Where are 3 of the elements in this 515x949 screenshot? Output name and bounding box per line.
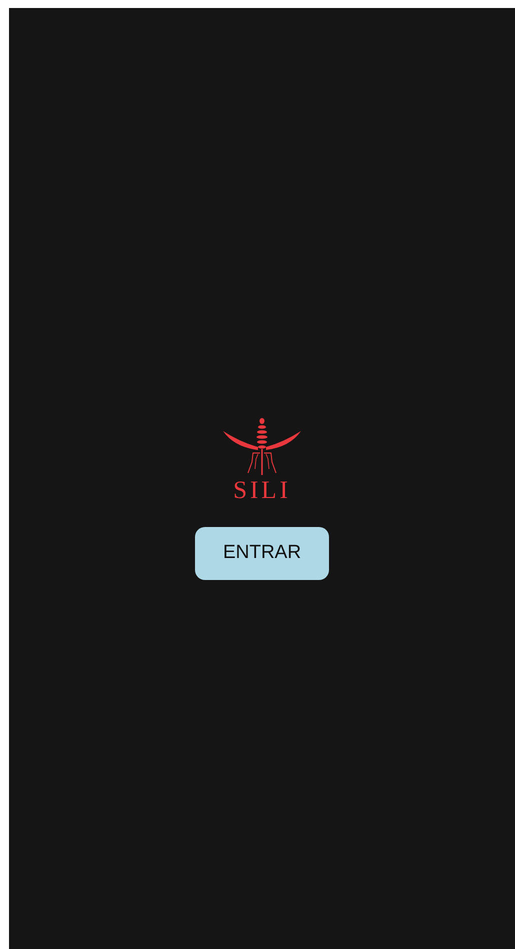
logo-text: SILI — [233, 478, 291, 503]
mosquito-logo-icon — [220, 417, 304, 477]
enter-button[interactable]: ENTRAR — [195, 527, 329, 580]
